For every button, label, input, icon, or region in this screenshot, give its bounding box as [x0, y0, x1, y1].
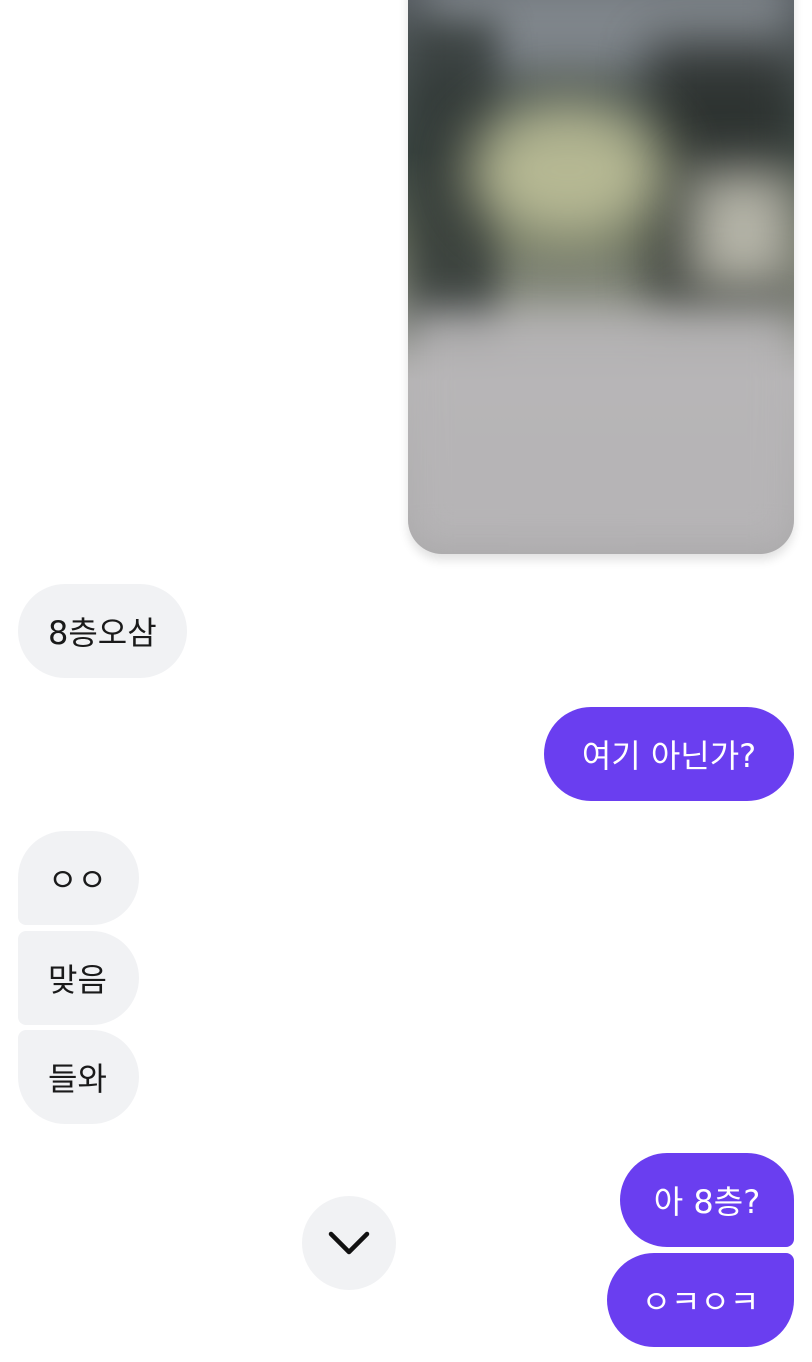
message-received[interactable]: 들와 — [18, 1030, 139, 1124]
chevron-down-icon — [328, 1231, 370, 1255]
scroll-to-bottom-button[interactable] — [302, 1196, 396, 1290]
message-received[interactable]: 맞음 — [18, 931, 139, 1025]
message-sent[interactable]: ㅇㅋㅇㅋ — [607, 1253, 794, 1347]
message-text: 8층오삼 — [48, 614, 157, 652]
message-text: 여기 아닌가? — [581, 737, 757, 775]
message-sent[interactable]: 여기 아닌가? — [544, 707, 794, 801]
message-received[interactable]: 8층오삼 — [18, 584, 187, 678]
message-text: 아 8층? — [653, 1183, 761, 1221]
message-received[interactable]: ㅇㅇ — [18, 831, 139, 925]
message-text: ㅇㅇ — [48, 861, 107, 899]
message-text: ㅇㅋㅇㅋ — [641, 1283, 760, 1321]
message-text: 들와 — [48, 1060, 107, 1098]
message-sent[interactable]: 아 8층? — [620, 1153, 794, 1247]
shared-photo[interactable] — [408, 0, 794, 554]
message-text: 맞음 — [48, 961, 107, 999]
